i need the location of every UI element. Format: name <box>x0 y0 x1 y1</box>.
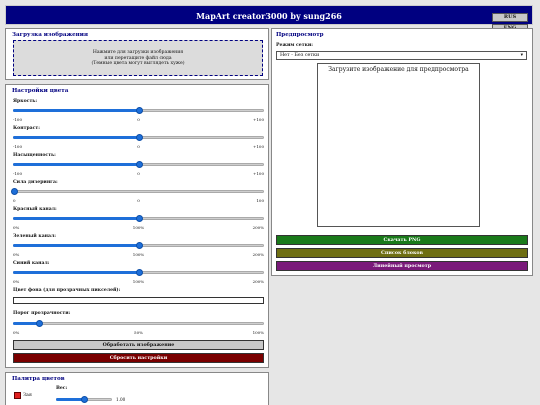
color-slider-thumb[interactable] <box>135 215 143 222</box>
palette-panel: Палитра цветов Вес: Зая 1.00 <box>5 372 269 405</box>
slider-tick-mid: 100% <box>132 225 145 230</box>
threshold-slider-thumb[interactable] <box>35 320 43 327</box>
color-slider-fill <box>13 217 138 220</box>
palette-weight-value: 1.00 <box>116 397 126 402</box>
color-slider-fill <box>13 136 138 139</box>
color-slider-fill <box>13 244 138 247</box>
upload-panel: Загрузка изображения Нажмите для загрузк… <box>5 28 269 80</box>
slider-tick-max: 200% <box>252 279 264 284</box>
color-slider[interactable] <box>13 242 264 249</box>
color-slider-thumb[interactable] <box>135 269 143 276</box>
color-slider[interactable] <box>13 107 264 114</box>
color-slider-thumb[interactable] <box>135 134 143 141</box>
color-slider-thumb[interactable] <box>135 161 143 168</box>
palette-color-swatch[interactable] <box>14 392 21 399</box>
slider-tick-min: 0% <box>13 225 20 230</box>
slider-tick-max: +100 <box>253 171 264 176</box>
palette-title: Палитра цветов <box>12 376 65 382</box>
slider-label: Контраст: <box>13 126 40 131</box>
lang-ru-button[interactable]: RUS <box>492 13 528 22</box>
app-title: MapArt creator3000 by sung266 <box>196 11 342 21</box>
color-slider[interactable] <box>11 188 264 195</box>
slider-label: Сила дизеринга: <box>13 180 58 185</box>
slider-tick-max: +100 <box>253 144 264 149</box>
download-png-button[interactable]: Скачать PNG <box>276 235 528 245</box>
color-slider-fill <box>13 271 138 274</box>
slider-tick-mid: 0 <box>137 171 140 176</box>
layer-view-button[interactable]: Линейный просмотр <box>276 261 528 271</box>
slider-tick-min: -100 <box>13 171 22 176</box>
slider-tick-max: +100 <box>253 117 264 122</box>
slider-tick-max: 200% <box>252 252 264 257</box>
color-slider[interactable] <box>13 215 264 222</box>
color-slider[interactable] <box>13 269 264 276</box>
color-settings-panel: Настройки цвета Цвет фона (для прозрачны… <box>5 84 269 368</box>
threshold-label: Порог прозрачности: <box>13 311 71 316</box>
app-header: MapArt creator3000 by sung266 <box>5 5 533 25</box>
threshold-min: 0% <box>13 330 20 335</box>
color-slider-fill <box>13 109 138 112</box>
upload-text-3: (Темные цвета могут выглядеть хуже) <box>91 61 185 67</box>
preview-placeholder: Загрузите изображение для предпросмотра <box>328 66 469 73</box>
slider-label: Зеленый канал: <box>13 234 56 239</box>
palette-weight-slider[interactable] <box>56 396 112 403</box>
threshold-slider[interactable] <box>13 320 264 327</box>
preview-canvas: Загрузите изображение для предпросмотра <box>317 63 480 227</box>
grid-mode-label: Режим сетки: <box>276 43 313 48</box>
slider-tick-mid: 100% <box>132 279 145 284</box>
grid-mode-select[interactable]: Нет - Без сетки ▾ <box>276 51 527 60</box>
block-list-button[interactable]: Список блоков <box>276 248 528 258</box>
slider-tick-min: -100 <box>13 117 22 122</box>
slider-label: Красный канал: <box>13 207 57 212</box>
slider-tick-mid: 0 <box>137 117 140 122</box>
slider-label: Яркость: <box>13 99 38 104</box>
slider-label: Насыщенность: <box>13 153 56 158</box>
palette-weight-thumb[interactable] <box>81 396 88 403</box>
color-settings-title: Настройки цвета <box>12 88 69 94</box>
grid-mode-value: Нет - Без сетки <box>280 53 320 58</box>
threshold-mid: 50% <box>134 330 143 335</box>
reset-settings-button[interactable]: Сбросить настройки <box>13 353 264 363</box>
palette-weight-fill <box>56 398 83 401</box>
palette-item-name: Зая <box>23 393 32 398</box>
palette-weight-label: Вес: <box>56 386 68 391</box>
process-image-button[interactable]: Обработать изображение <box>13 340 264 350</box>
slider-tick-mid: 0 <box>137 144 140 149</box>
upload-dropzone[interactable]: Нажмите для загрузки изображения или пер… <box>13 40 263 76</box>
bg-color-label: Цвет фона (для прозрачных пикселей): <box>13 288 121 293</box>
slider-tick-mid: 0 <box>137 198 140 203</box>
bg-color-input[interactable] <box>13 297 264 304</box>
slider-tick-min: 0% <box>13 252 20 257</box>
color-slider-thumb[interactable] <box>135 107 143 114</box>
threshold-slider-fill <box>13 322 38 325</box>
slider-tick-min: -100 <box>13 144 22 149</box>
chevron-down-icon: ▾ <box>520 53 523 58</box>
slider-tick-min: 0 <box>13 198 16 203</box>
preview-panel: Предпросмотр Режим сетки: Нет - Без сетк… <box>271 28 533 276</box>
color-slider[interactable] <box>13 161 264 168</box>
slider-tick-min: 0% <box>13 279 20 284</box>
slider-tick-mid: 100% <box>132 252 145 257</box>
threshold-max: 100% <box>252 330 264 335</box>
preview-title: Предпросмотр <box>276 32 324 38</box>
color-slider-fill <box>13 163 138 166</box>
slider-tick-max: 200% <box>252 225 264 230</box>
color-slider-thumb[interactable] <box>135 242 143 249</box>
color-slider-thumb[interactable] <box>11 188 18 195</box>
upload-title: Загрузка изображения <box>12 32 89 38</box>
color-slider[interactable] <box>13 134 264 141</box>
slider-label: Синий канал: <box>13 261 50 266</box>
slider-tick-max: 100 <box>256 198 264 203</box>
